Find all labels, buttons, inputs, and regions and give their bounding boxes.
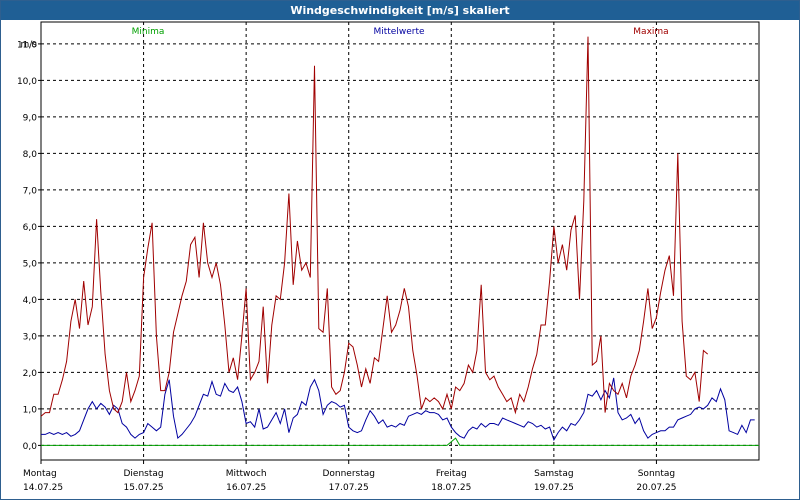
series-line-minima [41,437,759,446]
x-tick-date-label: 20.07.25 [636,483,676,493]
y-tick-label: 6,0 [23,223,38,233]
x-tick-date-label: 18.07.25 [431,483,471,493]
x-tick-day-label: Samstag [534,469,573,479]
chart: 0,01,02,03,04,05,06,07,08,09,010,011,0m/… [17,21,760,493]
y-tick-label: 8,0 [23,150,38,160]
y-tick-label: 5,0 [23,259,38,269]
x-tick-day-label: Donnerstag [322,469,375,479]
y-axis: 0,01,02,03,04,05,06,07,08,09,010,011,0m/… [17,40,41,452]
y-tick-label: 7,0 [23,186,38,196]
x-tick-date-label: 14.07.25 [23,483,63,493]
x-tick-date-label: 15.07.25 [124,483,164,493]
y-tick-label: 1,0 [23,405,38,415]
series-lines [40,36,759,446]
y-tick-label: 10,0 [17,77,37,87]
y-tick-label: 4,0 [23,296,38,306]
chart-window: Windgeschwindigkeit [m/s] skaliert 0,0 1,… [0,0,800,500]
legend-entry-mittelwerte: Mittelwerte [373,27,424,37]
legend-entry-maxima: Maxima [633,27,668,37]
x-axis: Montag 14.07.25 Dienstag 15.07.25 Mittwoch 16… [23,460,676,493]
x-tick-date-label: 19.07.25 [534,483,574,493]
x-tick-day-label: Montag [23,469,57,479]
y-tick-label: 3,0 [23,332,38,342]
x-tick-date-label: 16.07.25 [226,483,266,493]
x-tick-day-label: Dienstag [124,469,164,479]
x-tick-date-label: 17.07.25 [329,483,369,493]
y-tick-label: 9,0 [23,113,38,123]
window-title: Windgeschwindigkeit [m/s] skaliert [1,1,799,20]
legend: Minima Mittelwerte Maxima [132,27,669,37]
y-tick-label: 0,0 [23,442,38,452]
x-tick-day-label: Freitag [436,469,467,479]
legend-entry-minima: Minima [132,27,165,37]
y-tick-label: 2,0 [23,369,38,379]
y-axis-label: m/s [21,40,38,50]
x-tick-day-label: Mittwoch [226,469,267,479]
x-tick-day-label: Sonntag [638,469,675,479]
